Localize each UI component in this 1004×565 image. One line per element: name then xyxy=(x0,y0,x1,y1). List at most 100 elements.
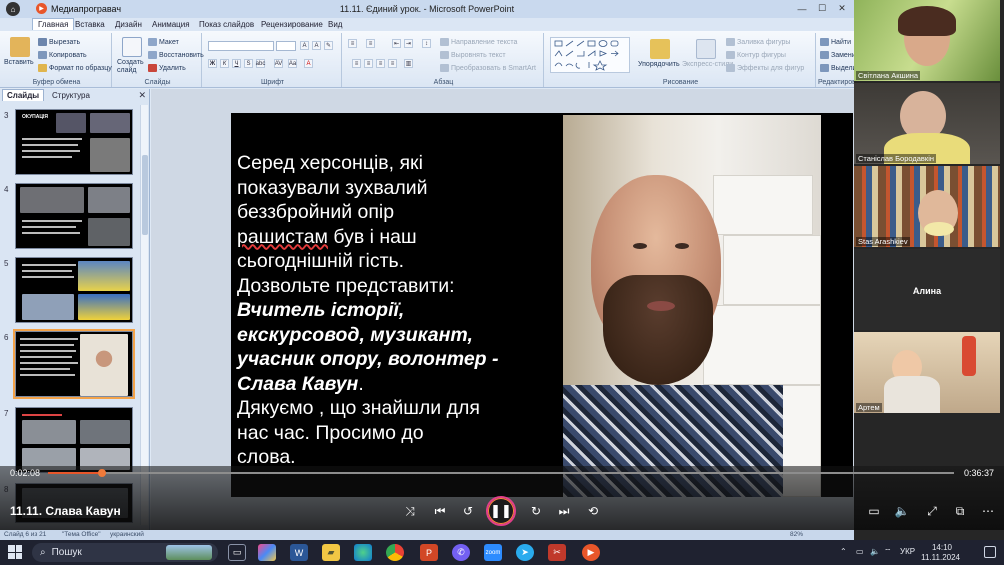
quick-styles-icon[interactable] xyxy=(696,39,716,59)
start-menu-icon[interactable] xyxy=(8,545,22,559)
justify-button[interactable]: ≡ xyxy=(388,59,397,68)
seek-handle[interactable] xyxy=(98,469,107,477)
align-text-button[interactable]: Выровнять текст xyxy=(440,51,506,59)
columns-button[interactable]: ▥ xyxy=(404,59,413,68)
home-icon[interactable]: ⌂ xyxy=(6,2,20,16)
slide-thumbnail-4[interactable] xyxy=(15,183,133,249)
forward-icon[interactable]: ↻ xyxy=(526,501,546,521)
previous-icon[interactable]: ⏮ xyxy=(430,501,450,521)
clear-format-button[interactable]: ✎ xyxy=(324,41,333,50)
font-color-button[interactable]: A xyxy=(304,59,313,68)
ribbon-tab-slideshow[interactable]: Показ слайдов xyxy=(194,19,259,30)
volume-icon[interactable]: 🔈 xyxy=(892,501,912,521)
next-icon[interactable]: ⏭ xyxy=(554,501,574,521)
seek-bar[interactable] xyxy=(48,469,954,477)
tray-overflow-icon[interactable]: ⌃ xyxy=(840,547,847,556)
ribbon-tab-review[interactable]: Рецензирование xyxy=(256,19,328,30)
viber-icon[interactable]: ✆ xyxy=(452,544,470,561)
arrange-button[interactable]: Упорядочить xyxy=(638,61,680,68)
cut-button[interactable]: Вырезать xyxy=(38,38,80,46)
find-button[interactable]: Найти xyxy=(820,38,851,46)
mini-player-icon[interactable]: ⧉ xyxy=(950,501,970,521)
align-center-button[interactable]: ≡ xyxy=(364,59,373,68)
paste-button[interactable]: Вставить xyxy=(4,59,34,66)
zoom-icon[interactable]: zoom xyxy=(484,544,502,561)
task-view-icon[interactable]: ▭ xyxy=(228,544,246,561)
panel-tab-slides[interactable]: Слайды xyxy=(2,89,45,101)
shapes-gallery[interactable] xyxy=(550,37,630,73)
font-size-select[interactable] xyxy=(276,41,296,51)
shape-effects-button[interactable]: Эффекты для фигур xyxy=(726,64,804,72)
arrange-icon[interactable] xyxy=(650,39,670,59)
decrease-indent-button[interactable]: ⇤ xyxy=(392,39,401,48)
text-direction-button[interactable]: Направление текста xyxy=(440,38,517,46)
shape-fill-button[interactable]: Заливка фигуры xyxy=(726,38,790,46)
copy-button[interactable]: Копировать xyxy=(38,51,87,59)
panel-scrollbar[interactable] xyxy=(140,105,148,525)
tray-volume-icon[interactable]: 🔈 xyxy=(870,547,880,556)
ribbon-tab-home[interactable]: Главная xyxy=(32,18,75,30)
smartart-button[interactable]: Преобразовать в SmartArt xyxy=(440,64,536,72)
pause-button[interactable]: ❚❚ xyxy=(486,496,516,526)
italic-button[interactable]: К xyxy=(220,59,229,68)
clock-date[interactable]: 11.11.2024 xyxy=(921,553,960,562)
shadow-button[interactable]: S xyxy=(244,59,253,68)
slide-thumbnail-7[interactable] xyxy=(15,407,133,473)
slide-thumbnail-3[interactable]: ОКУПАЦІЯ xyxy=(15,109,133,175)
delete-slide-button[interactable]: Удалить xyxy=(148,64,186,72)
participant-tile[interactable]: Алина xyxy=(854,249,1000,330)
word-icon[interactable]: W xyxy=(290,544,308,561)
bold-button[interactable]: Ж xyxy=(208,59,217,68)
participant-tile[interactable]: Stas Arashkiev xyxy=(854,166,1000,247)
reset-button[interactable]: Восстановить xyxy=(148,51,204,59)
line-spacing-button[interactable]: ↕ xyxy=(422,39,431,48)
more-options-icon[interactable]: ⋯ xyxy=(978,501,998,521)
media-player-taskbar-icon[interactable]: ▶ xyxy=(582,544,600,561)
strikethrough-button[interactable]: abc xyxy=(256,59,265,68)
panel-close-icon[interactable]: ✕ xyxy=(138,90,146,101)
powerpoint-icon[interactable]: P xyxy=(420,544,438,561)
edge-icon[interactable] xyxy=(354,544,372,561)
new-slide-icon[interactable] xyxy=(122,37,142,57)
snip-icon[interactable]: ✂ xyxy=(548,544,566,561)
status-zoom[interactable]: 82% xyxy=(790,531,803,538)
notifications-icon[interactable] xyxy=(984,546,996,558)
case-button[interactable]: Aa xyxy=(288,59,297,68)
participant-tile[interactable]: Артем xyxy=(854,332,1000,413)
shrink-font-button[interactable]: A xyxy=(312,41,321,50)
underline-button[interactable]: Ч xyxy=(232,59,241,68)
slide-thumbnail-5[interactable] xyxy=(15,257,133,323)
format-painter-button[interactable]: Формат по образцу xyxy=(38,64,112,72)
ribbon-tab-animation[interactable]: Анимация xyxy=(147,19,195,30)
slide-text-box[interactable]: Серед херсонців, які показували зухвалий… xyxy=(237,151,557,470)
file-explorer-icon[interactable]: ▰ xyxy=(322,544,340,561)
spacing-button[interactable]: AV xyxy=(274,59,283,68)
align-left-button[interactable]: ≡ xyxy=(352,59,361,68)
tray-network-icon[interactable]: ⌔ xyxy=(884,547,892,557)
increase-indent-button[interactable]: ⇥ xyxy=(404,39,413,48)
ribbon-tab-view[interactable]: Вид xyxy=(323,19,347,30)
paste-icon[interactable] xyxy=(10,37,30,57)
bullets-button[interactable]: ≡ xyxy=(348,39,357,48)
grow-font-button[interactable]: A xyxy=(300,41,309,50)
current-slide[interactable]: Серед херсонців, які показували зухвалий… xyxy=(231,113,853,497)
ribbon-tab-design[interactable]: Дизайн xyxy=(110,19,147,30)
shuffle-icon[interactable]: ⤨ xyxy=(400,501,420,521)
slide-thumbnail-6[interactable] xyxy=(13,329,135,399)
copilot-icon[interactable] xyxy=(258,544,276,561)
panel-tab-outline[interactable]: Структура xyxy=(48,90,94,101)
fullscreen-icon[interactable]: ⤢ xyxy=(922,501,942,521)
numbering-button[interactable]: ≡ xyxy=(366,39,375,48)
align-right-button[interactable]: ≡ xyxy=(376,59,385,68)
new-slide-button[interactable]: Создать слайд xyxy=(117,59,147,75)
taskbar-search[interactable]: ⌕ Пошук xyxy=(32,543,218,562)
font-family-select[interactable] xyxy=(208,41,274,51)
repeat-off-icon[interactable]: ⟲ xyxy=(583,501,603,521)
telegram-icon[interactable]: ➤ xyxy=(516,544,534,561)
participant-tile[interactable]: Станіслав Бородавкін xyxy=(854,83,1000,164)
tray-language[interactable]: УКР xyxy=(900,547,915,556)
ribbon-tab-insert[interactable]: Вставка xyxy=(70,19,110,30)
rewind-icon[interactable]: ↺ xyxy=(458,501,478,521)
shape-outline-button[interactable]: Контур фигуры xyxy=(726,51,786,59)
participant-tile[interactable]: Світлана Акшина xyxy=(854,0,1000,81)
